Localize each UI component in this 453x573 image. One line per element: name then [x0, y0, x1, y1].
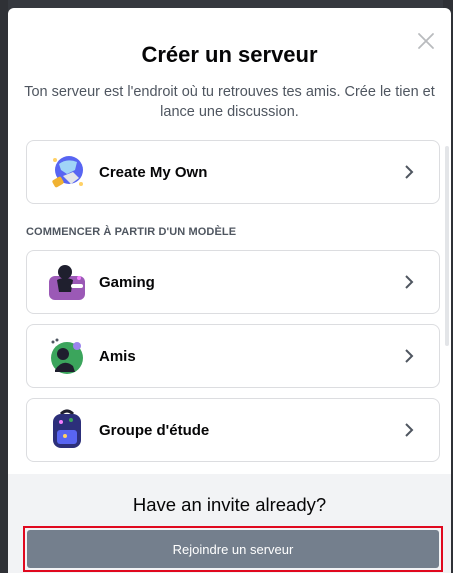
template-label: Gaming [99, 273, 155, 291]
backdrop [0, 0, 8, 573]
join-server-button[interactable]: Rejoindre un serveur [23, 526, 443, 572]
chevron-right-icon [401, 422, 417, 438]
template-gaming-button[interactable]: Gaming [26, 250, 440, 314]
join-server-label: Rejoindre un serveur [27, 530, 439, 568]
chevron-right-icon [401, 348, 417, 364]
chevron-right-icon [401, 164, 417, 180]
modal-footer: Have an invite already? Rejoindre un ser… [8, 474, 451, 573]
modal-title: Créer un serveur [141, 42, 318, 67]
gaming-icon [43, 258, 91, 306]
create-my-own-button[interactable]: Create My Own [26, 140, 440, 204]
invite-heading: Have an invite already? [132, 494, 327, 515]
chevron-right-icon [401, 274, 417, 290]
template-study-group-button[interactable]: Groupe d'étude [26, 398, 440, 462]
friends-icon [43, 332, 91, 380]
template-friends-button[interactable]: Amis [26, 324, 440, 388]
backpack-icon [43, 406, 91, 454]
modal-subtitle: Ton serveur est l'endroit où tu retrouve… [24, 84, 435, 120]
globe-icon [43, 148, 91, 196]
templates-section-label: COMMENCER À PARTIR D'UN MODÈLE [26, 226, 237, 238]
create-my-own-label: Create My Own [99, 163, 208, 181]
template-label: Groupe d'étude [99, 421, 210, 439]
scrollbar[interactable] [445, 146, 449, 346]
create-server-modal: Créer un serveur Ton serveur est l'endro… [8, 8, 451, 573]
template-label: Amis [99, 347, 136, 365]
